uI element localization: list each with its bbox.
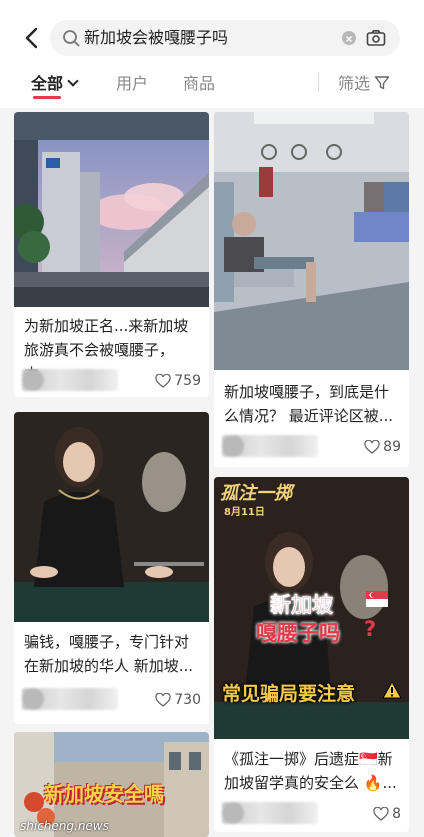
- avatar: [222, 802, 244, 824]
- poster-title: 孤注一掷: [220, 483, 292, 504]
- author-info[interactable]: [222, 435, 318, 457]
- note-card[interactable]: 骗钱，嘎腰子，专门针对在新加坡的华人 新加坡... 730: [14, 412, 209, 724]
- heart-icon: [155, 373, 171, 388]
- overlay-question-mark: ?: [364, 617, 377, 641]
- active-tab-indicator: [33, 96, 61, 99]
- like-count-value: 730: [174, 692, 201, 708]
- note-thumbnail: [14, 412, 209, 622]
- note-title: 新加坡嘎腰子，到底是什么情况？ 最近评论区被...: [224, 383, 394, 425]
- tab-products[interactable]: 商品: [183, 70, 215, 98]
- singapore-flag-icon: [366, 591, 388, 607]
- like-count-value: 8: [392, 806, 401, 822]
- filter-funnel-icon[interactable]: [374, 75, 390, 91]
- overlay-bottom-text: 常见骗局要注意: [222, 683, 356, 705]
- like-count[interactable]: 89: [364, 436, 401, 458]
- avatar: [22, 688, 44, 710]
- image-search-icon[interactable]: [366, 29, 386, 47]
- like-count[interactable]: 759: [155, 370, 201, 392]
- poster-date: 8月11日: [224, 507, 265, 518]
- note-title: 《孤注一掷》后遗症🇸🇬新加坡留学真的安全么 🔥...: [224, 750, 397, 792]
- overlay-text: 新加坡安全嗎: [44, 782, 164, 806]
- author-info[interactable]: [22, 369, 118, 391]
- like-count-value: 89: [383, 439, 401, 455]
- top-search-bar: 新加坡会被嘎腰子吗: [0, 0, 424, 70]
- note-thumbnail: [214, 112, 409, 370]
- like-count[interactable]: 8: [373, 803, 401, 825]
- result-tabs: 全部 用户 商品 筛选: [0, 70, 424, 108]
- note-thumbnail: [14, 112, 209, 307]
- tab-all-label: 全部: [31, 74, 64, 93]
- avatar: [222, 435, 244, 457]
- avatar: [22, 369, 44, 391]
- note-card[interactable]: 为新加坡正名...来新加坡旅游真不会被嘎腰子，本... 759: [14, 112, 209, 397]
- tab-users[interactable]: 用户: [116, 70, 148, 98]
- note-card[interactable]: 孤注一掷 8月11日 新加坡 嘎腰子吗 ? 常见骗局要注意 《孤注一掷》后遗症🇸…: [214, 477, 409, 832]
- heart-icon: [373, 806, 389, 821]
- tab-divider: [318, 72, 319, 92]
- note-thumbnail: 孤注一掷 8月11日 新加坡 嘎腰子吗 ? 常见骗局要注意: [214, 477, 409, 739]
- search-query-text: 新加坡会被嘎腰子吗: [84, 28, 229, 47]
- search-icon: [63, 30, 80, 47]
- overlay-line-1: 新加坡: [270, 593, 334, 618]
- warning-icon: [382, 681, 402, 699]
- note-title: 骗钱，嘎腰子，专门针对在新加坡的华人 新加坡...: [24, 633, 194, 675]
- search-input[interactable]: 新加坡会被嘎腰子吗: [50, 20, 400, 56]
- filter-button[interactable]: 筛选: [338, 70, 370, 98]
- author-info[interactable]: [222, 802, 318, 824]
- note-card[interactable]: 新加坡安全嗎 shicheng.news: [14, 732, 209, 837]
- author-info[interactable]: [22, 688, 118, 710]
- like-count[interactable]: 730: [155, 689, 201, 711]
- watermark: shicheng.news: [20, 819, 109, 833]
- chevron-down-icon: [67, 75, 79, 87]
- note-thumbnail: 新加坡安全嗎 shicheng.news: [14, 732, 209, 837]
- back-arrow-icon[interactable]: [22, 26, 42, 50]
- heart-icon: [155, 692, 171, 707]
- like-count-value: 759: [174, 373, 201, 389]
- overlay-line-2: 嘎腰子吗: [256, 621, 340, 645]
- clear-icon[interactable]: [342, 31, 356, 45]
- note-card[interactable]: 新加坡嘎腰子，到底是什么情况？ 最近评论区被... 89: [214, 112, 409, 467]
- tab-all[interactable]: 全部: [31, 70, 79, 98]
- heart-icon: [364, 439, 380, 454]
